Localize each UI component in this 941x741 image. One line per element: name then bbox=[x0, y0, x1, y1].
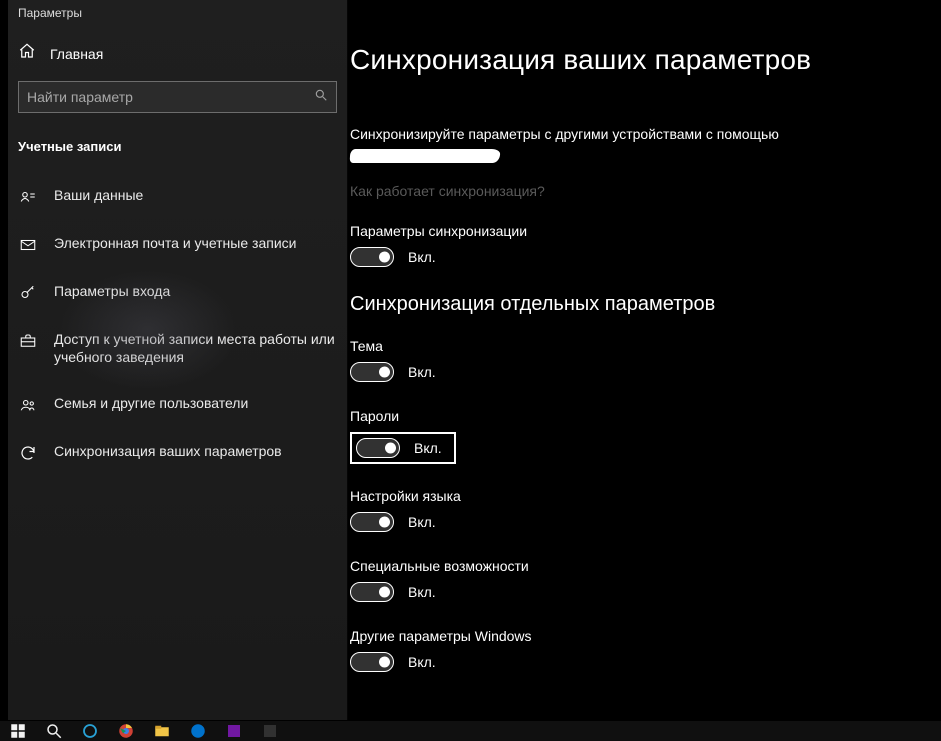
toggle-state: Вкл. bbox=[408, 514, 436, 530]
toggle-state: Вкл. bbox=[408, 654, 436, 670]
taskbar-cortana-icon[interactable] bbox=[74, 721, 106, 741]
how-sync-works-link[interactable]: Как работает синхронизация? bbox=[350, 183, 941, 199]
toggle-state: Вкл. bbox=[414, 440, 442, 456]
sidebar-item-family[interactable]: Семья и другие пользователи bbox=[8, 380, 347, 428]
master-toggle[interactable] bbox=[350, 247, 394, 267]
start-button[interactable] bbox=[2, 721, 34, 741]
page-title: Синхронизация ваших параметров bbox=[350, 44, 941, 76]
sync-description: Синхронизируйте параметры с другими устр… bbox=[350, 124, 890, 165]
taskbar-search-icon[interactable] bbox=[38, 721, 70, 741]
sidebar-item-your-info[interactable]: Ваши данные bbox=[8, 172, 347, 220]
taskbar-onenote-icon[interactable] bbox=[218, 721, 250, 741]
home-nav[interactable]: Главная bbox=[8, 38, 347, 81]
toggle-state: Вкл. bbox=[408, 584, 436, 600]
settings-main: Синхронизация ваших параметров Синхрониз… bbox=[350, 0, 941, 720]
taskbar-app-icon[interactable] bbox=[254, 721, 286, 741]
setting-label-other: Другие параметры Windows bbox=[350, 628, 941, 644]
settings-sidebar: Параметры Главная Учетные записи Ваши да… bbox=[8, 0, 348, 720]
sidebar-item-label: Параметры входа bbox=[54, 282, 337, 300]
sidebar-item-label: Синхронизация ваших параметров bbox=[54, 442, 337, 460]
sidebar-item-label: Доступ к учетной записи места работы или… bbox=[54, 330, 337, 366]
mail-icon bbox=[18, 234, 38, 254]
group-heading: Синхронизация отдельных параметров bbox=[350, 293, 941, 316]
taskbar-edge-icon[interactable] bbox=[182, 721, 214, 741]
search-box[interactable] bbox=[18, 81, 337, 113]
sidebar-item-label: Электронная почта и учетные записи bbox=[54, 234, 337, 252]
taskbar-explorer-icon[interactable] bbox=[146, 721, 178, 741]
search-icon bbox=[314, 88, 328, 107]
master-toggle-label: Параметры синхронизации bbox=[350, 223, 941, 239]
home-icon bbox=[18, 42, 36, 65]
taskbar[interactable] bbox=[0, 721, 941, 741]
toggle-language[interactable] bbox=[350, 512, 394, 532]
toggle-other[interactable] bbox=[350, 652, 394, 672]
sidebar-section-header: Учетные записи bbox=[8, 133, 347, 172]
master-toggle-state: Вкл. bbox=[408, 249, 436, 265]
toggle-passwords[interactable] bbox=[356, 438, 400, 458]
window-title: Параметры bbox=[8, 0, 347, 38]
redacted-text bbox=[350, 149, 501, 163]
home-label: Главная bbox=[50, 46, 103, 62]
people-icon bbox=[18, 394, 38, 414]
toggle-accessibility[interactable] bbox=[350, 582, 394, 602]
sidebar-item-label: Семья и другие пользователи bbox=[54, 394, 337, 412]
taskbar-chrome-icon[interactable] bbox=[110, 721, 142, 741]
briefcase-icon bbox=[18, 330, 38, 350]
search-input[interactable] bbox=[27, 89, 314, 105]
toggle-theme[interactable] bbox=[350, 362, 394, 382]
setting-label-language: Настройки языка bbox=[350, 488, 941, 504]
sidebar-item-sync[interactable]: Синхронизация ваших параметров bbox=[8, 428, 347, 476]
sidebar-item-email[interactable]: Электронная почта и учетные записи bbox=[8, 220, 347, 268]
person-card-icon bbox=[18, 186, 38, 206]
sidebar-item-label: Ваши данные bbox=[54, 186, 337, 204]
sidebar-item-signin[interactable]: Параметры входа bbox=[8, 268, 347, 316]
setting-label-theme: Тема bbox=[350, 338, 941, 354]
setting-label-accessibility: Специальные возможности bbox=[350, 558, 941, 574]
sidebar-item-work[interactable]: Доступ к учетной записи места работы или… bbox=[8, 316, 347, 380]
toggle-state: Вкл. bbox=[408, 364, 436, 380]
sync-icon bbox=[18, 442, 38, 462]
password-toggle-highlight: Вкл. bbox=[350, 432, 456, 464]
key-icon bbox=[18, 282, 38, 302]
setting-label-passwords: Пароли bbox=[350, 408, 941, 424]
